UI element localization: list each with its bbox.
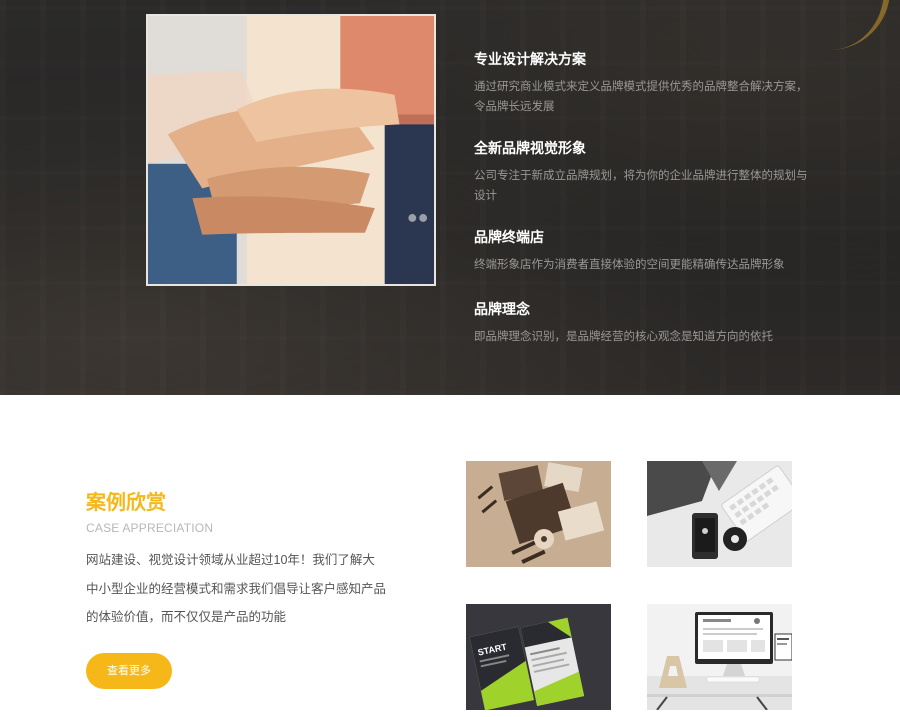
service-title: 专业设计解决方案 [474, 51, 586, 67]
service-title: 全新品牌视觉形象 [474, 140, 586, 156]
case-thumbnail-workspace[interactable] [647, 604, 792, 710]
view-more-button[interactable]: 查看更多 [86, 653, 172, 689]
service-title: 品牌终端店 [474, 229, 544, 245]
service-item-brand-concept: 品牌理念 即品牌理念识别，是品牌经营的核心观念是知道方向的依托 [474, 300, 814, 347]
service-item-design-solution: 专业设计解决方案 通过研究商业模式来定义品牌模式提供优秀的品牌整合解决方案，令品… [474, 50, 814, 117]
service-title: 品牌理念 [474, 301, 530, 317]
service-desc: 即品牌理念识别，是品牌经营的核心观念是知道方向的依托 [474, 331, 773, 343]
case-thumbnail-brochure[interactable]: START [466, 604, 611, 710]
service-desc: 通过研究商业模式来定义品牌模式提供优秀的品牌整合解决方案，令品牌长远发展 [474, 81, 808, 113]
case-section: 案例欣赏 CASE APPRECIATION 网站建设、视觉设计领域从业超过10… [0, 395, 900, 717]
case-subtitle: CASE APPRECIATION [86, 521, 214, 535]
service-item-visual-identity: 全新品牌视觉形象 公司专注于新成立品牌规划，将为你的企业品牌进行整体的规划与设计 [474, 139, 814, 206]
service-desc: 公司专注于新成立品牌规划，将为你的企业品牌进行整体的规划与设计 [474, 170, 808, 202]
teamwork-hands-photo [146, 14, 436, 286]
case-description: 网站建设、视觉设计领域从业超过10年！我们了解大中小型企业的经营模式和需求我们倡… [86, 553, 387, 624]
case-thumbnail-devices[interactable] [647, 461, 792, 567]
case-thumbnail-stationery[interactable] [466, 461, 611, 567]
services-section: 专业设计解决方案 通过研究商业模式来定义品牌模式提供优秀的品牌整合解决方案，令品… [0, 0, 900, 395]
service-desc: 终端形象店作为消费者直接体验的空间更能精确传达品牌形象 [474, 259, 785, 271]
service-item-brand-store: 品牌终端店 终端形象店作为消费者直接体验的空间更能精确传达品牌形象 [474, 228, 814, 275]
case-title: 案例欣赏 [86, 492, 166, 514]
